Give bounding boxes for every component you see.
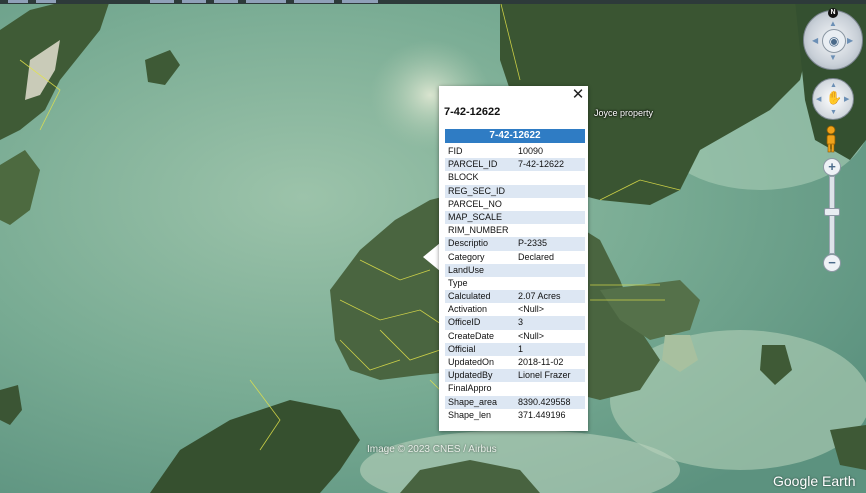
attribute-key: PARCEL_NO	[448, 198, 502, 209]
attribute-row: UpdatedBy Lionel Frazer	[445, 369, 585, 383]
attribute-key: LandUse	[448, 264, 485, 275]
tilt-down-icon[interactable]: ▼	[829, 53, 837, 62]
attribute-row: RIM_NUMBER	[445, 224, 585, 237]
attribute-value: Lionel Frazer	[518, 370, 571, 381]
attribute-value: <Null>	[518, 304, 545, 315]
attribute-value: 8390.429558	[518, 396, 571, 407]
attribute-key: Shape_area	[448, 396, 498, 407]
tilt-up-icon[interactable]: ▲	[829, 19, 837, 28]
zoom-in-button[interactable]: +	[823, 158, 841, 176]
attribute-value	[518, 382, 585, 395]
attribute-row: PARCEL_ID 7-42-12622	[445, 158, 585, 172]
pan-up-icon[interactable]: ▲	[830, 82, 837, 89]
attribute-key: Descriptio	[448, 238, 489, 249]
attribute-row: Official 1	[445, 342, 585, 356]
pan-left-icon[interactable]: ◀	[816, 95, 821, 103]
popup-table-header: 7-42-12622	[445, 129, 585, 143]
attribute-row: LandUse	[445, 263, 585, 277]
attribute-row: Activation <Null>	[445, 303, 585, 316]
attribute-value: 10090	[518, 146, 544, 156]
rotate-left-icon[interactable]: ◀	[812, 36, 818, 45]
attribute-row: Type	[445, 277, 585, 290]
attribute-value: 7-42-12622	[518, 159, 565, 170]
zoom-control[interactable]: + −	[823, 158, 841, 272]
attribute-key: BLOCK	[448, 172, 479, 183]
attribute-row: CreateDate <Null>	[445, 330, 585, 343]
attribute-row: REG_SEC_ID	[445, 184, 585, 198]
attribute-key: CreateDate	[448, 330, 495, 341]
feature-info-popup: ✕ 7-42-12622 7-42-12622 FID 10090 PARCEL_I…	[439, 86, 588, 431]
attribute-key: RIM_NUMBER	[448, 225, 509, 236]
attribute-value	[518, 211, 585, 224]
attribute-row: Category Declared	[445, 251, 585, 264]
attribute-value	[518, 224, 585, 237]
attribute-row: Shape_len 371.449196	[445, 409, 585, 422]
compass-control[interactable]: N ▲ ▼ ◀ ▶ ◉	[803, 8, 863, 70]
attribute-value: P-2335	[518, 238, 548, 249]
attribute-row: Shape_area 8390.429558	[445, 395, 585, 409]
attribute-table: FID 10090 PARCEL_ID 7-42-12622 BLOCK REG_SEC_…	[445, 145, 585, 422]
attribute-value: 3	[518, 317, 524, 328]
attribute-key: Shape_len	[448, 409, 492, 420]
zoom-slider-thumb[interactable]	[824, 208, 840, 216]
popup-title: 7-42-12622	[444, 106, 501, 118]
attribute-value	[518, 185, 585, 198]
attribute-row: Descriptio P-2335	[445, 237, 585, 251]
attribute-row: Calculated 2.07 Acres	[445, 290, 585, 304]
top-toolbar-strip	[0, 0, 866, 4]
attribute-key: Official	[448, 343, 476, 354]
attribute-key: PARCEL_ID	[448, 159, 498, 170]
attribute-key: Activation	[448, 304, 488, 315]
attribute-value	[518, 171, 585, 184]
attribute-key: Category	[448, 251, 485, 262]
popup-pointer	[423, 243, 440, 271]
attribute-row: PARCEL_NO	[445, 198, 585, 211]
attribute-key: FinalAppro	[448, 383, 492, 394]
pan-control[interactable]: ▲ ▼ ◀ ▶ ✋	[812, 78, 854, 120]
pegman-icon[interactable]	[823, 125, 839, 153]
attribute-value: Declared	[518, 251, 555, 262]
attribute-key: FID	[448, 146, 463, 156]
attribute-value	[518, 277, 585, 290]
attribute-key: Type	[448, 277, 468, 288]
attribute-key: UpdatedBy	[448, 370, 493, 381]
attribute-row: BLOCK	[445, 171, 585, 184]
attribute-value: 2.07 Acres	[518, 291, 561, 302]
attribute-key: UpdatedOn	[448, 357, 495, 367]
close-icon[interactable]: ✕	[571, 87, 585, 103]
attribute-value: 2018-11-02	[518, 357, 564, 367]
pan-right-icon[interactable]: ▶	[844, 95, 849, 103]
attribute-row: MAP_SCALE	[445, 210, 585, 225]
attribute-value: <Null>	[518, 330, 545, 341]
attribute-value: 371.449196	[518, 409, 566, 420]
north-indicator[interactable]: N	[828, 8, 838, 18]
imagery-credit: Image © 2023 CNES / Airbus	[367, 444, 497, 455]
attribute-key: Calculated	[448, 291, 491, 302]
hand-icon: ✋	[826, 90, 843, 105]
attribute-value: 1	[518, 343, 524, 354]
attribute-row: OfficeID 3	[445, 316, 585, 330]
attribute-key: MAP_SCALE	[448, 211, 503, 222]
attribute-row: FinalAppro	[445, 382, 585, 395]
attribute-key: REG_SEC_ID	[448, 185, 506, 196]
google-earth-logo: Google Earth	[773, 473, 856, 489]
attribute-value	[518, 198, 585, 211]
attribute-key: OfficeID	[448, 317, 481, 328]
rotate-right-icon[interactable]: ▶	[847, 36, 853, 45]
pan-down-icon[interactable]: ▼	[830, 109, 837, 116]
attribute-value	[518, 264, 585, 277]
zoom-out-button[interactable]: −	[823, 254, 841, 272]
attribute-row: FID 10090	[445, 145, 585, 158]
eye-icon[interactable]: ◉	[822, 29, 846, 53]
attribute-row: UpdatedOn 2018-11-02	[445, 356, 585, 369]
placemark-label[interactable]: Joyce property	[594, 108, 653, 118]
